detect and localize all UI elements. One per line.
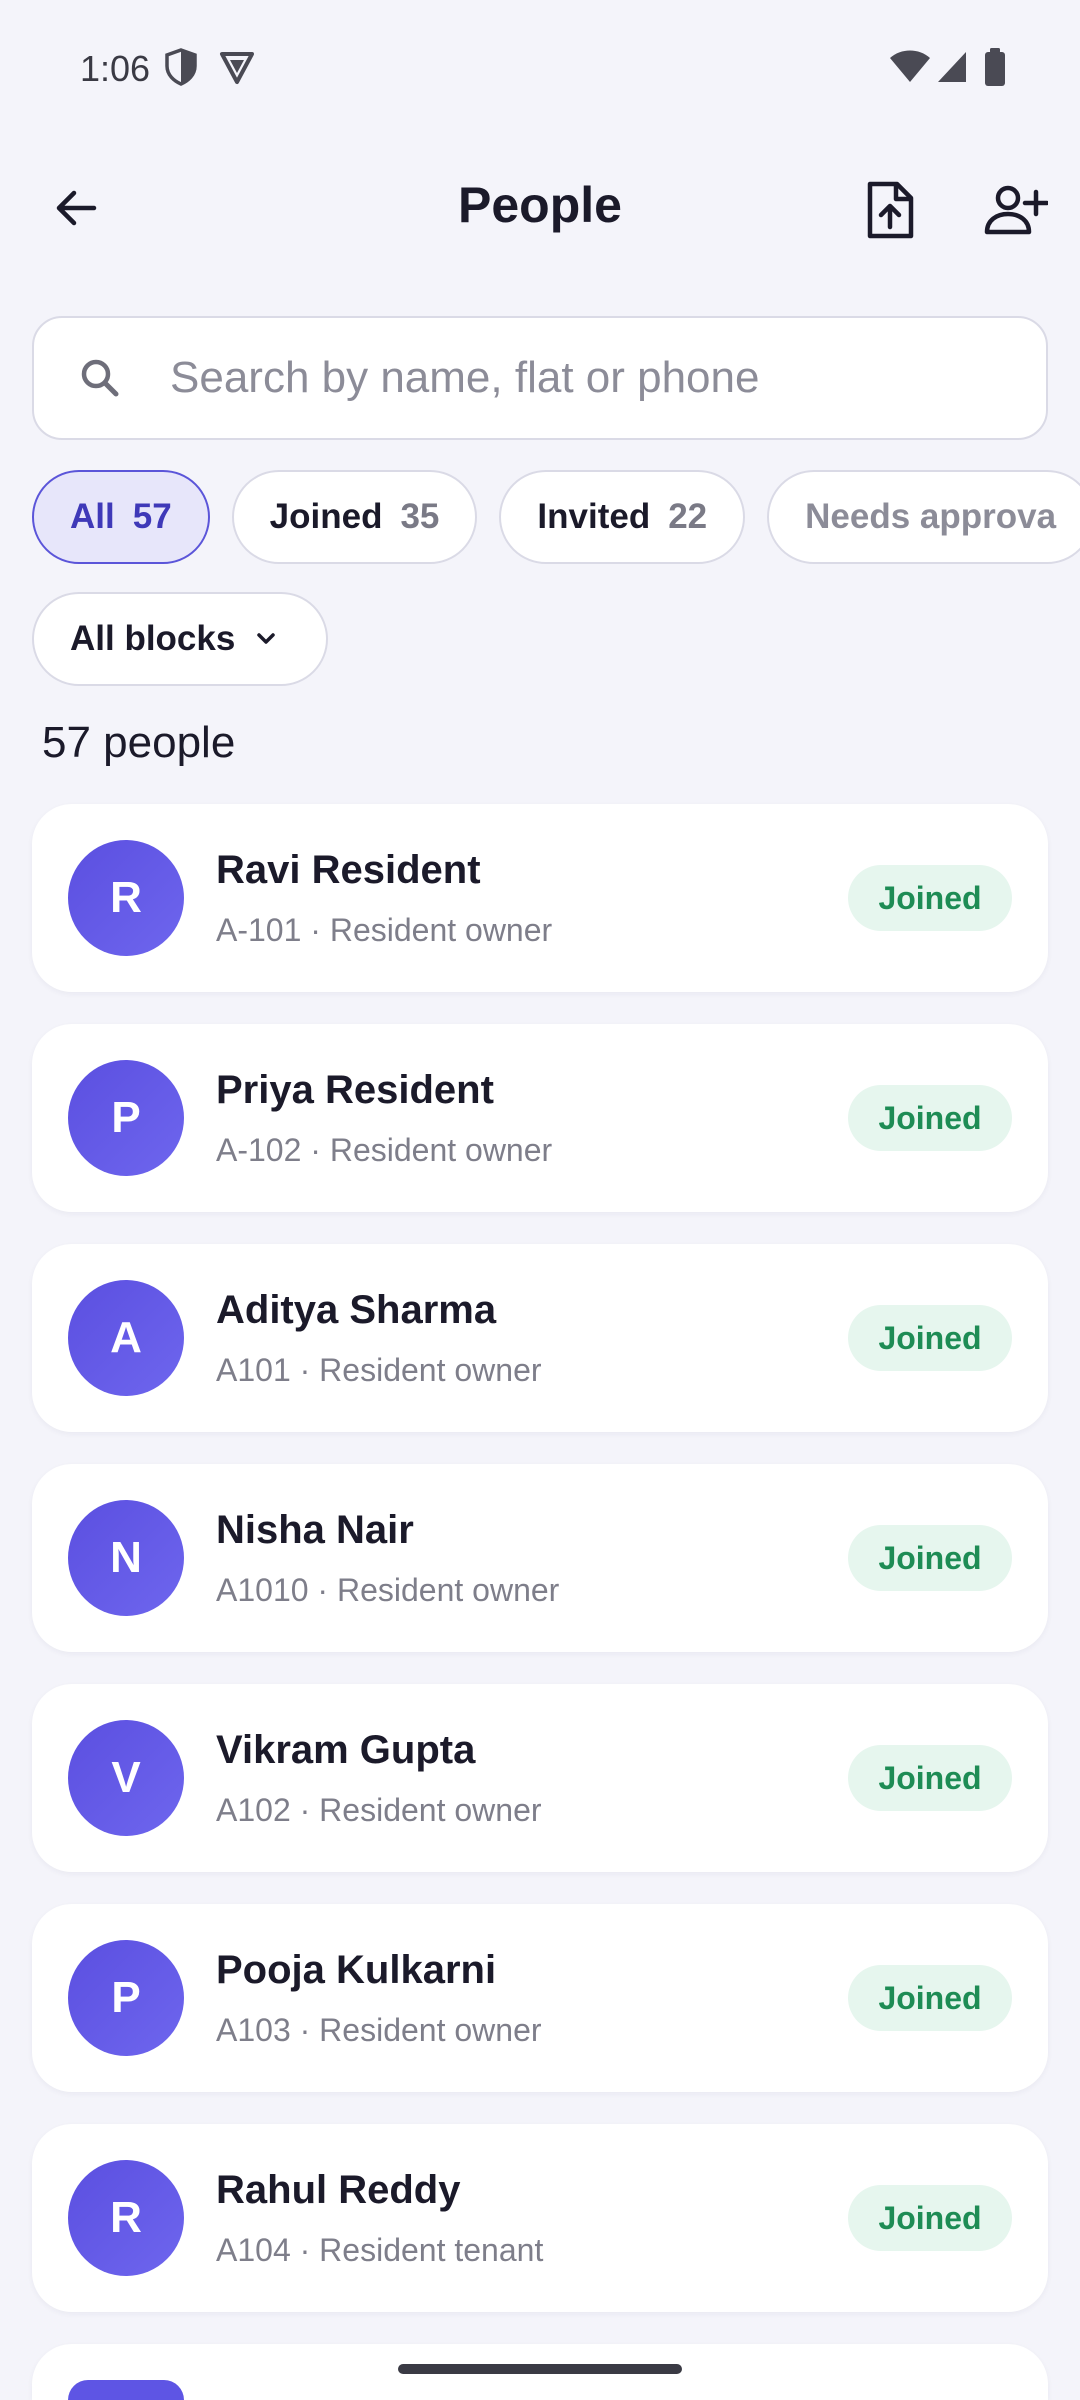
person-subtitle: A103 · Resident owner: [216, 2012, 542, 2048]
chip-all[interactable]: All 57: [32, 470, 210, 564]
shield-icon: [165, 48, 197, 86]
avatar: P: [68, 1060, 184, 1176]
search-input[interactable]: [170, 338, 1010, 418]
person-card[interactable]: V Vikram Gupta A102 · Resident owner Joi…: [32, 1684, 1048, 1872]
chip-label: Invited: [537, 497, 651, 536]
app-bar: People: [0, 150, 1080, 270]
avatar: [68, 2380, 184, 2400]
status-badge: Joined: [848, 865, 1012, 931]
battery-icon: [985, 48, 1005, 86]
person-subtitle: A104 · Resident tenant: [216, 2232, 544, 2268]
person-name: Vikram Gupta: [216, 1728, 476, 1772]
chip-invited[interactable]: Invited 22: [499, 470, 746, 564]
person-card[interactable]: R Rahul Reddy A104 · Resident tenant Joi…: [32, 2124, 1048, 2312]
person-card[interactable]: P Pooja Kulkarni A103 · Resident owner J…: [32, 1904, 1048, 2092]
search-box[interactable]: [32, 316, 1048, 440]
avatar: V: [68, 1720, 184, 1836]
person-card[interactable]: P Priya Resident A-102 · Resident owner …: [32, 1024, 1048, 1212]
avatar: N: [68, 1500, 184, 1616]
block-filter-label: All blocks: [70, 619, 236, 658]
avatar: R: [68, 840, 184, 956]
avatar: A: [68, 1280, 184, 1396]
chip-label: All: [70, 497, 115, 536]
file-upload-icon: [867, 181, 914, 239]
status-badge: Joined: [848, 1965, 1012, 2031]
signal-icon: [938, 52, 966, 82]
chip-count: 57: [132, 497, 172, 536]
people-count: 57 people: [42, 718, 236, 767]
vpn-badge-icon: [220, 52, 254, 84]
add-person-button[interactable]: [976, 172, 1056, 248]
person-name: Rahul Reddy: [216, 2168, 461, 2212]
status-badge: Joined: [848, 1525, 1012, 1591]
block-filter-dropdown[interactable]: All blocks: [32, 592, 328, 686]
person-name: Priya Resident: [216, 1068, 494, 1112]
person-name: Nisha Nair: [216, 1508, 414, 1552]
person-card[interactable]: A Aditya Sharma A101 · Resident owner Jo…: [32, 1244, 1048, 1432]
search-icon: [81, 359, 119, 397]
person-name: Pooja Kulkarni: [216, 1948, 497, 1992]
chip-label: Joined: [269, 497, 383, 536]
person-add-icon: [984, 185, 1048, 235]
chip-count: 22: [668, 497, 708, 536]
status-time: 1:06: [80, 48, 151, 89]
person-subtitle: A-102 · Resident owner: [216, 1132, 553, 1168]
chip-needs-approval[interactable]: Needs approva: [767, 470, 1080, 564]
chevron-down-icon: [257, 633, 276, 644]
avatar: R: [68, 2160, 184, 2276]
person-subtitle: A102 · Resident owner: [216, 1792, 542, 1828]
chip-count: 35: [400, 497, 440, 536]
upload-button[interactable]: [852, 172, 928, 248]
person-card[interactable]: N Nisha Nair A1010 · Resident owner Join…: [32, 1464, 1048, 1652]
status-badge: Joined: [848, 1085, 1012, 1151]
person-subtitle: A101 · Resident owner: [216, 1352, 542, 1388]
chip-joined[interactable]: Joined 35: [231, 470, 478, 564]
person-name: Aditya Sharma: [216, 1288, 497, 1332]
avatar: P: [68, 1940, 184, 2056]
status-badge: Joined: [848, 1305, 1012, 1371]
chip-label: Needs approva: [805, 497, 1057, 536]
status-badge: Joined: [848, 1745, 1012, 1811]
filter-chips: All 57 Joined 35 Invited 22 Needs approv…: [32, 470, 1080, 564]
wifi-icon: [890, 50, 930, 82]
status-bar: 1:06: [0, 0, 1080, 130]
home-indicator[interactable]: [398, 2364, 682, 2374]
person-name: Ravi Resident: [216, 848, 481, 892]
status-badge: Joined: [848, 2185, 1012, 2251]
person-subtitle: A1010 · Resident owner: [216, 1572, 560, 1608]
person-card[interactable]: R Ravi Resident A-101 · Resident owner J…: [32, 804, 1048, 992]
person-subtitle: A-101 · Resident owner: [216, 912, 553, 948]
